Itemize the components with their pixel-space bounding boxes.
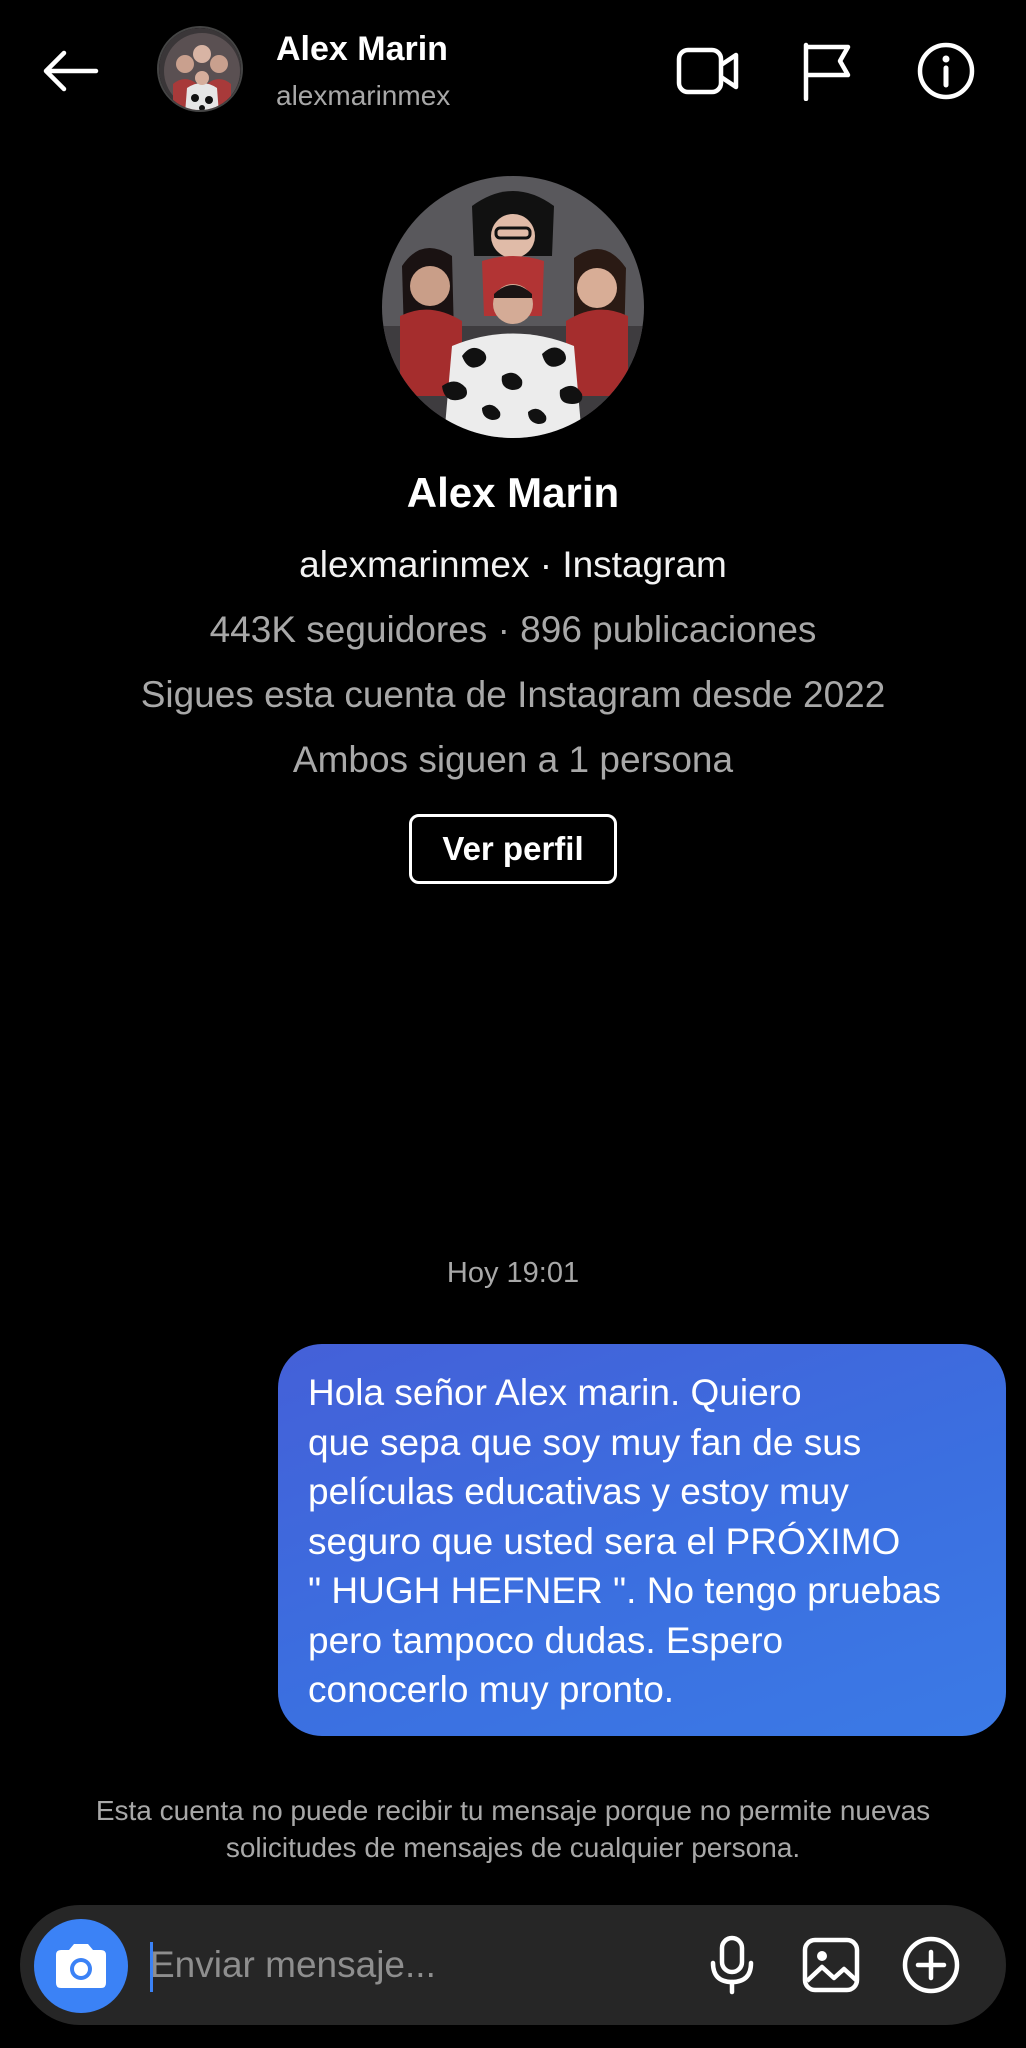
- profile-handle: alexmarinmex · Instagram: [299, 544, 727, 585]
- report-button[interactable]: [792, 36, 862, 106]
- delivery-notice: Esta cuenta no puede recibir tu mensaje …: [95, 1795, 931, 1863]
- view-profile-button[interactable]: Ver perfil: [409, 814, 617, 884]
- gallery-button[interactable]: [796, 1930, 866, 2000]
- camera-button[interactable]: [34, 1919, 128, 2013]
- video-call-icon: [676, 47, 739, 95]
- profile-card: Alex Marin alexmarinmex · Instagram 443K…: [0, 176, 1026, 884]
- gallery-icon: [802, 1937, 860, 1993]
- profile-name: Alex Marin: [406, 469, 620, 516]
- chat-header: Alex Marin alexmarinmex: [0, 0, 1026, 140]
- message-text: Hola señor Alex marin. Quiero que sepa q…: [308, 1372, 941, 1710]
- camera-icon: [56, 1944, 106, 1988]
- profile-avatar[interactable]: [382, 176, 644, 438]
- message-timestamp: Hoy 19:01: [446, 1257, 580, 1289]
- message-composer: [20, 1905, 1006, 2025]
- message-input[interactable]: [150, 1933, 670, 1997]
- header-avatar[interactable]: [157, 26, 243, 112]
- profile-stats: 443K seguidores · 896 publicaciones: [209, 609, 817, 650]
- back-arrow-icon: [43, 50, 99, 92]
- microphone-icon: [710, 1935, 754, 1995]
- voice-message-button[interactable]: [697, 1930, 767, 2000]
- header-name[interactable]: Alex Marin: [276, 30, 448, 69]
- mutual-followers: Ambos siguen a 1 persona: [292, 739, 734, 780]
- following-since: Sigues esta cuenta de Instagram desde 20…: [140, 674, 886, 715]
- sent-message-bubble[interactable]: Hola señor Alex marin. Quiero que sepa q…: [278, 1344, 1006, 1736]
- header-username[interactable]: alexmarinmex: [276, 80, 450, 112]
- video-call-button[interactable]: [673, 36, 743, 106]
- more-options-button[interactable]: [896, 1930, 966, 2000]
- back-button[interactable]: [30, 36, 110, 106]
- flag-icon: [803, 42, 851, 101]
- add-icon: [902, 1936, 960, 1994]
- avatar-photo: [159, 28, 241, 110]
- info-icon: [917, 42, 975, 100]
- info-button[interactable]: [911, 36, 981, 106]
- profile-photo: [382, 176, 644, 438]
